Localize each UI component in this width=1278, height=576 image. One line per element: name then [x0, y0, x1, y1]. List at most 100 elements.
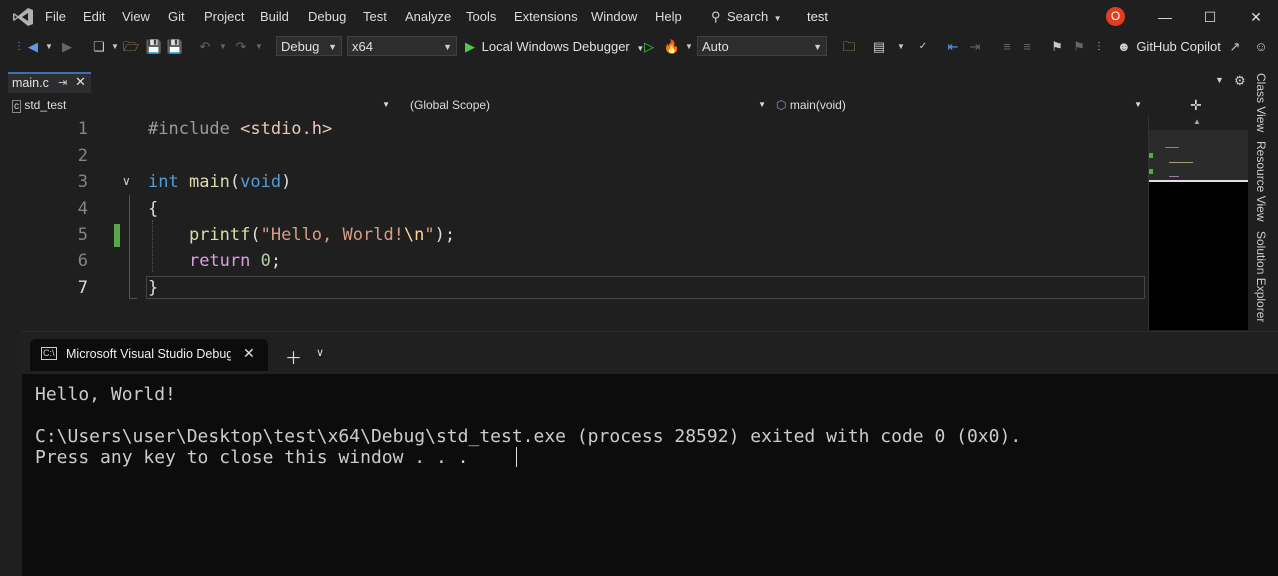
menu-help[interactable]: Help [655, 9, 682, 24]
split-editor-icon[interactable]: ✛ [1190, 96, 1210, 114]
share-icon[interactable]: ↗ [1226, 38, 1244, 56]
solution-name: test [807, 9, 828, 24]
scope-dropdown[interactable]: (Global Scope) ▼ [410, 96, 766, 114]
code-token: " [424, 225, 435, 245]
tab-class-view[interactable]: Class View [1254, 73, 1268, 132]
menu-analyze[interactable]: Analyze [405, 9, 451, 24]
chevron-down-icon: ▼ [773, 14, 782, 23]
search-button[interactable]: ⚲ Search ▼ [711, 8, 782, 26]
menu-edit[interactable]: Edit [83, 9, 105, 24]
visual-studio-logo-icon[interactable] [12, 7, 34, 27]
chevron-down-icon[interactable]: ▼ [40, 38, 58, 56]
uncomment-icon[interactable]: ≡ [1018, 38, 1036, 56]
close-button[interactable]: ✕ [1241, 6, 1271, 28]
save-icon[interactable]: 💾 [145, 38, 163, 56]
chevron-down-icon[interactable]: ▼ [250, 38, 268, 56]
code-token: #include [148, 119, 241, 139]
project-dropdown[interactable]: c std_test ▼ [12, 96, 390, 114]
tab-resource-view[interactable]: Resource View [1254, 141, 1268, 221]
member-name: main(void) [789, 98, 846, 112]
terminal-tab[interactable]: C:\ Microsoft Visual Studio Debug ✕ [30, 339, 268, 371]
outdent-icon[interactable]: ⇥ [966, 38, 984, 56]
indent-icon[interactable]: ⇤ [944, 38, 962, 56]
navigate-forward-icon[interactable]: ▶ [58, 38, 76, 56]
menu-tools[interactable]: Tools [466, 9, 496, 24]
scope-name: (Global Scope) [410, 98, 491, 112]
current-line-highlight [146, 276, 1145, 299]
spell-check-icon[interactable]: ✓ [914, 38, 932, 56]
collapse-chevron-icon[interactable]: ∨ [122, 174, 131, 188]
comment-icon[interactable]: ≡ [998, 38, 1016, 56]
configuration-select[interactable]: Debug ▼ [276, 36, 342, 56]
terminal-tab-close-icon[interactable]: ✕ [243, 345, 255, 362]
minimap-viewport[interactable] [1149, 130, 1249, 182]
platform-value: x64 [352, 39, 373, 54]
tab-main-c[interactable]: main.c ⇥ ✕ [8, 72, 91, 93]
side-tool-tabs: Class View Resource View Solution Explor… [1248, 71, 1278, 331]
menu-view[interactable]: View [122, 9, 150, 24]
minimap[interactable]: ▲ [1148, 115, 1249, 330]
code-token: <stdio.h> [240, 119, 333, 139]
member-dropdown[interactable]: ⬡ main(void) ▼ [776, 96, 1142, 114]
folder-view-icon[interactable]: 🗀 [840, 38, 858, 56]
play-icon: ▶ [465, 39, 475, 54]
pin-icon[interactable]: ⇥ [58, 74, 67, 92]
menu-project[interactable]: Project [204, 9, 244, 24]
tab-list-chevron-icon[interactable]: ▼ [1215, 75, 1224, 85]
search-label: Search [726, 9, 769, 24]
feedback-icon[interactable]: ☺ [1252, 38, 1270, 56]
menu-file[interactable]: File [45, 9, 66, 24]
auto-value: Auto [702, 39, 729, 54]
start-debugging-button[interactable]: ▶ Local Windows Debugger ▼ [465, 37, 644, 57]
platform-select[interactable]: x64 ▼ [347, 36, 457, 56]
tab-dropdown-chevron-icon[interactable]: ∨ [316, 346, 324, 359]
toolbar-overflow-icon[interactable]: ⋮ [1090, 38, 1108, 56]
minimap-change-mark [1149, 169, 1153, 174]
tab-close-icon[interactable]: ✕ [75, 73, 86, 91]
hot-reload-icon[interactable]: 🔥 [663, 38, 681, 56]
menu-build[interactable]: Build [260, 9, 289, 24]
save-all-icon[interactable]: 💾 [166, 38, 184, 56]
minimap-code-line [1165, 147, 1179, 148]
open-folder-icon[interactable]: 🗁 [122, 38, 140, 56]
menu-window[interactable]: Window [591, 9, 637, 24]
settings-gear-icon[interactable]: ⚙ [1234, 73, 1246, 89]
github-copilot-button[interactable]: ☻ GitHub Copilot [1117, 38, 1221, 56]
chevron-down-icon[interactable]: ▼ [214, 38, 232, 56]
account-avatar[interactable]: O [1106, 7, 1125, 26]
outline-guide-end [129, 298, 137, 299]
auto-select[interactable]: Auto ▼ [697, 36, 827, 56]
chevron-down-icon: ▼ [758, 100, 766, 109]
menu-extensions[interactable]: Extensions [514, 9, 578, 24]
maximize-button[interactable]: ☐ [1195, 6, 1225, 28]
minimize-button[interactable]: — [1150, 6, 1180, 28]
line-number: 6 [77, 251, 88, 271]
prev-bookmark-icon[interactable]: ⚑ [1070, 38, 1088, 56]
minimap-code-line [1169, 176, 1179, 177]
code-token: "Hello, World! [260, 225, 404, 245]
tab-solution-explorer[interactable]: Solution Explorer [1254, 231, 1268, 322]
menu-git[interactable]: Git [168, 9, 185, 24]
code-token: int [148, 172, 179, 192]
bookmark-icon[interactable]: ⚑ [1048, 38, 1066, 56]
menu-test[interactable]: Test [363, 9, 387, 24]
chevron-down-icon: ▼ [382, 100, 390, 109]
minimap-code-line [1169, 162, 1193, 163]
undo-icon[interactable]: ↶ [196, 38, 214, 56]
menu-debug[interactable]: Debug [308, 9, 346, 24]
line-number: 3 [77, 172, 88, 192]
line-number: 4 [77, 199, 88, 219]
minimap-empty [1149, 182, 1249, 330]
new-tab-plus-icon[interactable]: ＋ [285, 344, 302, 369]
scroll-up-icon[interactable]: ▲ [1193, 117, 1201, 126]
layout-icon[interactable]: ▤ [870, 38, 888, 56]
chevron-down-icon[interactable]: ▼ [892, 38, 910, 56]
redo-icon[interactable]: ↷ [232, 38, 250, 56]
line-number: 7 [77, 278, 88, 298]
chevron-down-icon[interactable]: ▼ [680, 38, 698, 56]
start-without-debugging-icon[interactable]: ▷ [640, 38, 658, 56]
outline-guide [129, 195, 130, 299]
